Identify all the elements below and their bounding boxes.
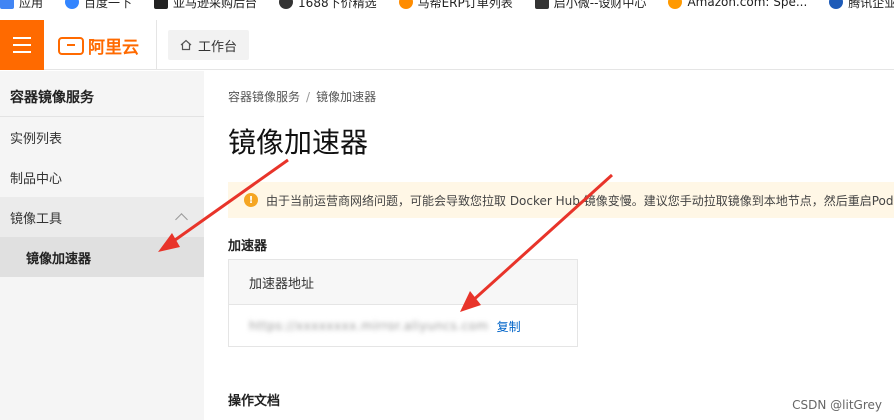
bookmark-amazon[interactable]: Amazon.com: Spe... [668,0,807,9]
bookmark-tencent-mail[interactable]: 腾讯企业邮 [829,0,894,11]
workbench-button[interactable]: 工作台 [168,30,250,60]
page-title: 镜像加速器 [228,126,369,159]
breadcrumb-current: 镜像加速器 [316,90,377,104]
bookmark-1688[interactable]: 1688下价精选 [279,0,377,11]
amazon-icon [154,0,169,9]
notice-text: 由于当前运营商网络问题，可能会导致您拉取 Docker Hub 镜像变慢。建议您… [266,193,894,208]
bookmark-baidu[interactable]: 百度一下 [65,0,132,11]
bookmark-amazon-backend[interactable]: 亚马逊采购后台 [154,0,257,11]
baidu-icon [65,0,80,9]
accelerator-url: https://xxxxxxxx.mirror.aliyuncs.com [249,319,489,333]
hamburger-icon [13,37,31,39]
aliyun-logo-icon [58,36,84,55]
bookmark-apps[interactable]: 应用 [0,0,43,11]
tencent-mail-icon [829,0,844,9]
qixiaowei-icon [534,0,549,9]
home-icon [180,39,192,51]
bookmarks-bar: 应用 百度一下 亚马逊采购后台 1688下价精选 马帮ERP订单列表 启小微--… [0,0,894,13]
header-divider [156,20,157,70]
accelerator-table: 加速器地址 https://xxxxxxxx.mirror.aliyuncs.c… [228,259,578,347]
aliyun-logo[interactable]: 阿里云 [58,33,139,58]
sidebar-title: 容器镜像服务 [0,71,204,117]
menu-button[interactable] [0,20,44,70]
sidebar-item-artifacts[interactable]: 制品中心 [0,157,204,197]
sidebar-item-instances[interactable]: 实例列表 [0,117,204,157]
accelerator-table-header: 加速器地址 [229,260,577,305]
bookmark-qixiaowei[interactable]: 启小微--设财中心 [534,0,646,11]
amazon-smile-icon [668,0,683,9]
sidebar: 容器镜像服务 实例列表 制品中心 镜像工具 镜像加速器 [0,71,204,420]
copy-link[interactable]: 复制 [497,318,521,335]
breadcrumb: 容器镜像服务 / 镜像加速器 [228,90,377,104]
mabang-icon [398,0,413,9]
docs-section-label: 操作文档 [228,394,281,409]
warning-icon: ! [244,193,258,207]
chevron-up-icon [175,213,188,226]
breadcrumb-link[interactable]: 容器镜像服务 [228,90,300,104]
top-header: 阿里云 工作台 [0,20,894,70]
bookmark-mabang[interactable]: 马帮ERP订单列表 [398,0,513,11]
accelerator-row: https://xxxxxxxx.mirror.aliyuncs.com 复制 [229,305,577,347]
watermark: CSDN @litGrey [792,398,882,412]
sidebar-group-image-tools[interactable]: 镜像工具 [0,197,204,237]
sidebar-item-image-accelerator[interactable]: 镜像加速器 [0,237,204,277]
apps-icon [0,0,14,9]
accelerator-section-label: 加速器 [228,239,268,254]
warning-notice: ! 由于当前运营商网络问题，可能会导致您拉取 Docker Hub 镜像变慢。建… [228,182,894,218]
github-icon [279,0,294,9]
